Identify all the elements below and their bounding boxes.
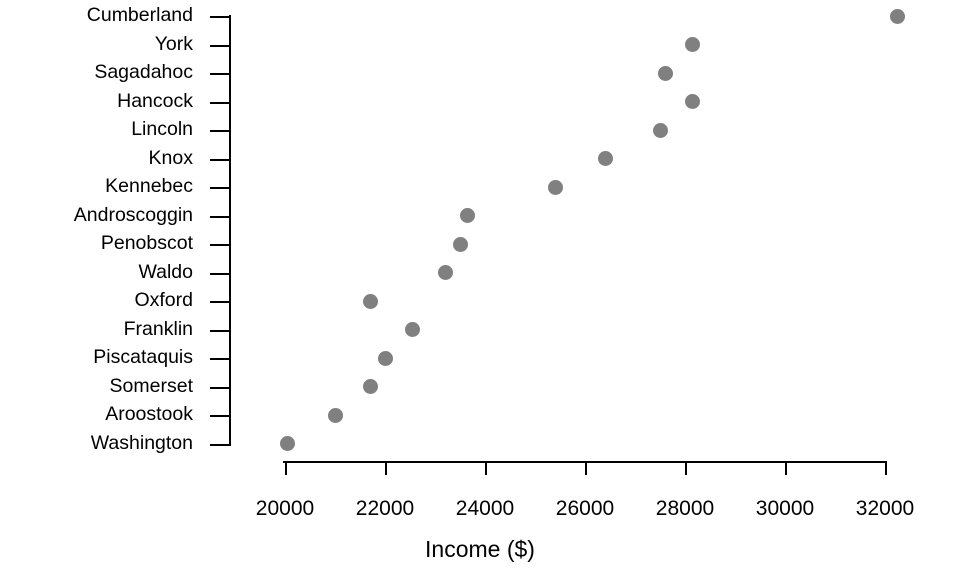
y-axis-label-york: York bbox=[154, 32, 193, 55]
data-point-cumberland bbox=[890, 8, 905, 24]
data-point-penobscot bbox=[452, 236, 468, 252]
data-point-washington bbox=[280, 436, 295, 451]
y-axis-tick bbox=[210, 244, 231, 246]
y-axis-label-somerset: Somerset bbox=[109, 374, 193, 397]
y-axis-tick bbox=[210, 101, 231, 104]
y-axis-label-washington: Washington bbox=[90, 431, 193, 454]
y-axis-tick bbox=[210, 301, 231, 303]
data-point-franklin bbox=[405, 322, 420, 337]
data-point-somerset bbox=[362, 379, 378, 394]
y-axis-tick bbox=[210, 329, 231, 332]
x-axis-tick bbox=[785, 461, 787, 475]
data-point-aroostook bbox=[327, 407, 343, 423]
x-axis-tick bbox=[685, 461, 687, 475]
x-axis-tick bbox=[585, 461, 587, 475]
data-point-waldo bbox=[437, 265, 453, 280]
y-axis-tick bbox=[210, 44, 231, 47]
y-axis-line bbox=[229, 15, 231, 444]
y-axis-label-franklin: Franklin bbox=[123, 317, 193, 340]
data-point-androscoggin bbox=[460, 208, 475, 223]
data-point-hancock bbox=[685, 94, 700, 109]
y-axis-label-knox: Knox bbox=[148, 146, 193, 169]
x-axis-title: Income ($) bbox=[425, 536, 535, 562]
y-axis-tick bbox=[210, 73, 231, 75]
y-axis-tick bbox=[210, 272, 231, 275]
y-axis-label-waldo: Waldo bbox=[138, 260, 193, 283]
y-axis-label-kennebec: Kennebec bbox=[105, 175, 193, 197]
y-axis-label-cumberland: Cumberland bbox=[86, 4, 193, 26]
data-point-lincoln bbox=[652, 122, 668, 138]
y-axis-tick bbox=[210, 358, 231, 360]
data-point-oxford bbox=[362, 293, 378, 309]
y-axis-tick bbox=[210, 443, 231, 446]
y-axis-label-aroostook: Aroostook bbox=[105, 403, 193, 425]
y-axis-label-lincoln: Lincoln bbox=[131, 118, 193, 140]
y-axis-tick bbox=[210, 215, 231, 218]
data-point-sagadahoc bbox=[657, 65, 673, 81]
y-axis-tick bbox=[210, 386, 231, 389]
y-axis-label-androscoggin: Androscoggin bbox=[73, 203, 193, 226]
data-point-piscataquis bbox=[377, 350, 393, 366]
data-point-knox bbox=[597, 151, 613, 166]
x-axis-tick bbox=[385, 461, 387, 475]
data-point-york bbox=[685, 37, 700, 52]
x-axis-tick bbox=[885, 461, 887, 475]
y-axis-label-piscataquis: Piscataquis bbox=[93, 346, 193, 368]
y-axis-label-oxford: Oxford bbox=[134, 289, 193, 311]
x-axis-tick bbox=[485, 461, 487, 475]
y-axis-label-penobscot: Penobscot bbox=[100, 232, 193, 254]
y-axis-tick bbox=[210, 415, 231, 417]
y-axis-tick bbox=[210, 16, 231, 18]
x-axis-tick bbox=[285, 461, 287, 475]
y-axis-tick bbox=[210, 187, 231, 189]
y-axis-label-hancock: Hancock bbox=[117, 89, 193, 112]
data-point-kennebec bbox=[547, 179, 563, 195]
x-axis-tick-label: 32000 bbox=[855, 497, 915, 520]
y-axis-label-sagadahoc: Sagadahoc bbox=[94, 61, 193, 83]
y-axis-tick bbox=[210, 158, 231, 161]
scatter-plot-figure: Cumberland York Sagadahoc Hancock Lincoln Kno… bbox=[0, 0, 960, 576]
y-axis-tick bbox=[210, 130, 231, 132]
